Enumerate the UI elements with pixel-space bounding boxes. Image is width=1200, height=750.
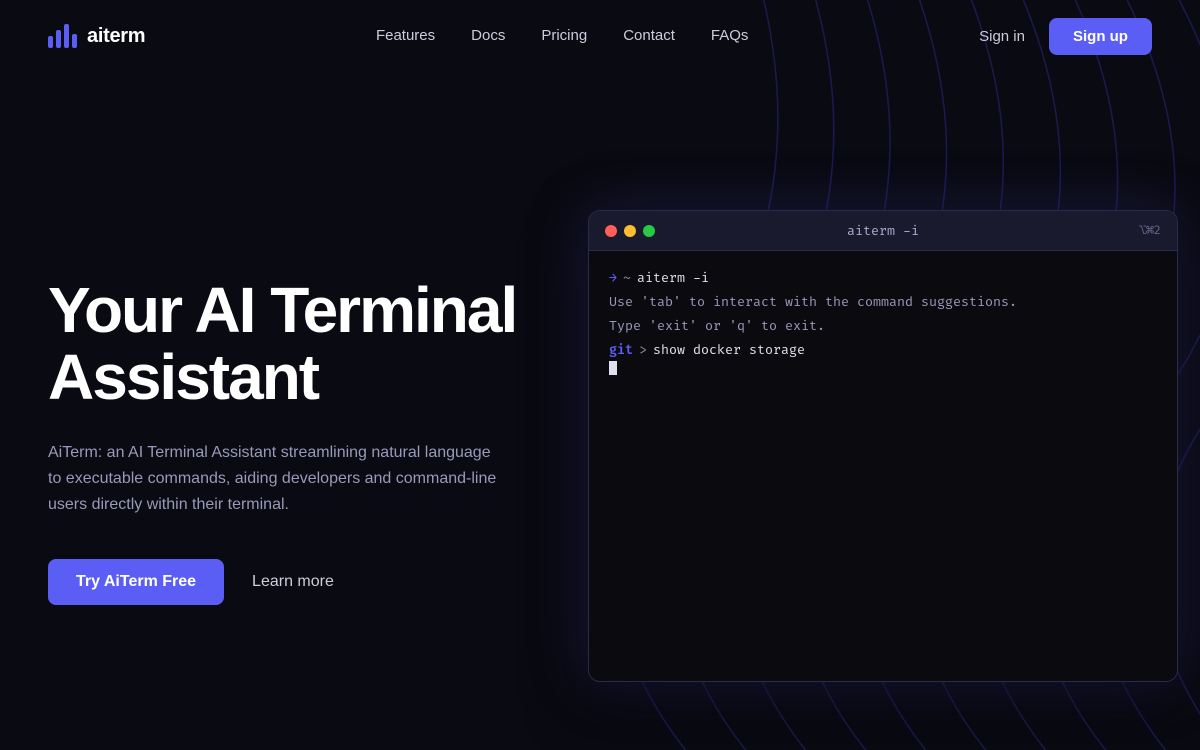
- terminal-shortcut: ⌥⌘2: [1139, 223, 1161, 238]
- terminal-title: aiterm -i: [847, 223, 919, 239]
- sign-in-button[interactable]: Sign in: [979, 28, 1025, 45]
- terminal-body: → ~ aiterm -i Use 'tab' to interact with…: [589, 251, 1177, 681]
- hero-section: Your AI Terminal Assistant AiTerm: an AI…: [0, 72, 1200, 750]
- logo-text: aiterm: [87, 25, 145, 48]
- terminal-dot-close[interactable]: [605, 225, 617, 237]
- try-free-button[interactable]: Try AiTerm Free: [48, 559, 224, 605]
- terminal-cursor-line: [609, 361, 1157, 375]
- nav-item-contact[interactable]: Contact: [623, 27, 675, 45]
- logo-icon: [48, 24, 77, 48]
- terminal-titlebar: aiterm -i ⌥⌘2: [589, 211, 1177, 251]
- nav-links: Features Docs Pricing Contact FAQs: [376, 27, 748, 45]
- terminal-line-input: git > show docker storage: [609, 339, 1157, 361]
- docker-command: show docker storage: [653, 339, 805, 361]
- output-text-1: Use 'tab' to interact with the command s…: [609, 294, 1017, 310]
- terminal-window: aiterm -i ⌥⌘2 → ~ aiterm -i Use 'tab' to…: [588, 210, 1178, 682]
- hero-buttons: Try AiTerm Free Learn more: [48, 559, 548, 605]
- terminal-dots: [605, 225, 655, 237]
- logo-bar-2: [56, 30, 61, 48]
- logo-bar-1: [48, 36, 53, 48]
- nav-link-contact[interactable]: Contact: [623, 27, 675, 44]
- sign-up-button[interactable]: Sign up: [1049, 18, 1152, 55]
- hero-content: Your AI Terminal Assistant AiTerm: an AI…: [48, 277, 548, 605]
- navbar: aiterm Features Docs Pricing Contact FAQ…: [0, 0, 1200, 72]
- git-prompt: git: [609, 339, 633, 361]
- nav-link-features[interactable]: Features: [376, 27, 435, 44]
- terminal-output-1: Use 'tab' to interact with the command s…: [609, 291, 1157, 313]
- learn-more-link[interactable]: Learn more: [252, 573, 334, 591]
- command-aiterm: aiterm -i: [637, 267, 709, 289]
- terminal-output-2: Type 'exit' or 'q' to exit.: [609, 315, 1157, 337]
- hero-description: AiTerm: an AI Terminal Assistant streaml…: [48, 440, 508, 519]
- hero-title: Your AI Terminal Assistant: [48, 277, 548, 411]
- terminal-dot-minimize[interactable]: [624, 225, 636, 237]
- terminal-cursor: [609, 361, 617, 375]
- prompt-arrow: →: [609, 267, 617, 289]
- output-text-2: Type 'exit' or 'q' to exit.: [609, 318, 825, 334]
- nav-item-faqs[interactable]: FAQs: [711, 27, 749, 45]
- nav-item-features[interactable]: Features: [376, 27, 435, 45]
- input-arrow: >: [639, 339, 647, 361]
- nav-actions: Sign in Sign up: [979, 18, 1152, 55]
- logo-bar-3: [64, 24, 69, 48]
- prompt-tilde: ~: [623, 267, 631, 289]
- terminal-container: aiterm -i ⌥⌘2 → ~ aiterm -i Use 'tab' to…: [588, 200, 1178, 682]
- terminal-line-1: → ~ aiterm -i: [609, 267, 1157, 289]
- logo[interactable]: aiterm: [48, 24, 145, 48]
- logo-bar-4: [72, 34, 77, 48]
- terminal-dot-maximize[interactable]: [643, 225, 655, 237]
- nav-item-docs[interactable]: Docs: [471, 27, 505, 45]
- nav-link-faqs[interactable]: FAQs: [711, 27, 749, 44]
- nav-link-docs[interactable]: Docs: [471, 27, 505, 44]
- nav-item-pricing[interactable]: Pricing: [541, 27, 587, 45]
- nav-link-pricing[interactable]: Pricing: [541, 27, 587, 44]
